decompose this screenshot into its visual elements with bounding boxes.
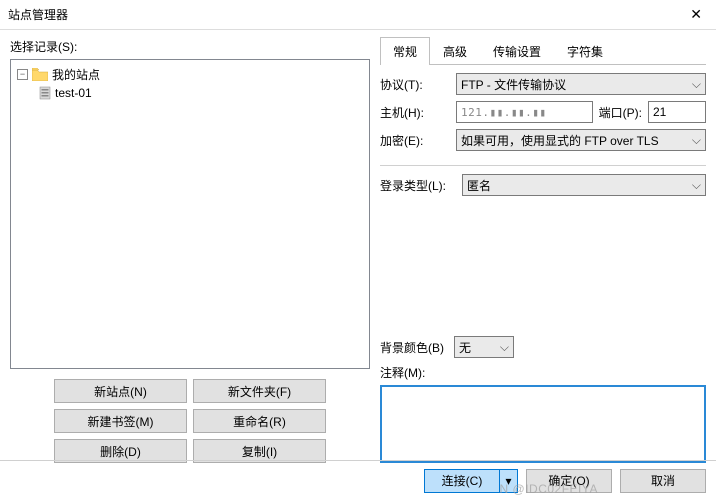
login-type-value: 匿名: [467, 177, 491, 194]
chevron-down-icon: ⌵: [500, 340, 509, 355]
comment-textarea[interactable]: [380, 385, 706, 463]
login-type-row: 登录类型(L): 匿名 ⌵: [380, 174, 706, 196]
chevron-down-icon: ⌵: [692, 77, 701, 92]
left-panel: 选择记录(S): − 我的站点 test-01 新站点(N) 新文件夹(F) 新…: [10, 36, 370, 463]
port-input[interactable]: 21: [648, 101, 706, 123]
chevron-down-icon: ⌵: [692, 133, 701, 148]
new-bookmark-button[interactable]: 新建书签(M): [54, 409, 187, 433]
encryption-select[interactable]: 如果可用，使用显式的 FTP over TLS ⌵: [456, 129, 706, 151]
window-title: 站点管理器: [8, 6, 684, 23]
tab-general[interactable]: 常规: [380, 37, 430, 65]
connect-button[interactable]: 连接(C): [424, 469, 500, 493]
encryption-row: 加密(E): 如果可用，使用显式的 FTP over TLS ⌵: [380, 129, 706, 151]
left-button-grid: 新站点(N) 新文件夹(F) 新建书签(M) 重命名(R) 删除(D) 复制(I…: [10, 379, 370, 463]
protocol-select[interactable]: FTP - 文件传输协议 ⌵: [456, 73, 706, 95]
connect-button-group: 连接(C) ▾: [424, 469, 518, 493]
right-panel: 常规 高级 传输设置 字符集 协议(T): FTP - 文件传输协议 ⌵ 主机(…: [380, 36, 706, 463]
tree-root-label: 我的站点: [52, 66, 100, 83]
bgcolor-label: 背景颜色(B): [380, 339, 444, 356]
select-record-label: 选择记录(S):: [10, 38, 370, 55]
collapse-icon[interactable]: −: [17, 69, 28, 80]
encryption-value: 如果可用，使用显式的 FTP over TLS: [461, 132, 659, 149]
chevron-down-icon: ⌵: [692, 178, 701, 193]
cancel-button[interactable]: 取消: [620, 469, 706, 493]
titlebar: 站点管理器 ✕: [0, 0, 716, 30]
server-icon: [39, 86, 51, 100]
rename-button[interactable]: 重命名(R): [193, 409, 326, 433]
login-type-label: 登录类型(L):: [380, 177, 456, 194]
divider: [380, 165, 706, 166]
connect-dropdown-button[interactable]: ▾: [500, 469, 518, 493]
ok-button[interactable]: 确定(O): [526, 469, 612, 493]
protocol-row: 协议(T): FTP - 文件传输协议 ⌵: [380, 73, 706, 95]
login-type-select[interactable]: 匿名 ⌵: [462, 174, 706, 196]
protocol-label: 协议(T):: [380, 76, 450, 93]
tab-bar: 常规 高级 传输设置 字符集: [380, 36, 706, 65]
protocol-value: FTP - 文件传输协议: [461, 76, 566, 93]
host-label: 主机(H):: [380, 104, 450, 121]
triangle-down-icon: ▾: [505, 474, 511, 488]
tree-child-label: test-01: [55, 86, 92, 100]
port-label: 端口(P):: [599, 104, 642, 121]
bgcolor-value: 无: [459, 339, 471, 356]
tree-child[interactable]: test-01: [39, 86, 363, 100]
new-site-button[interactable]: 新站点(N): [54, 379, 187, 403]
bgcolor-select[interactable]: 无 ⌵: [454, 336, 514, 358]
footer: 连接(C) ▾ 确定(O) 取消: [0, 460, 716, 500]
tab-advanced[interactable]: 高级: [430, 37, 480, 65]
bgcolor-row: 背景颜色(B) 无 ⌵: [380, 336, 706, 358]
site-tree[interactable]: − 我的站点 test-01: [10, 59, 370, 369]
tab-transfer[interactable]: 传输设置: [480, 37, 554, 65]
close-icon[interactable]: ✕: [684, 6, 708, 23]
spacer: [380, 202, 706, 336]
host-row: 主机(H): 121.▮▮.▮▮.▮▮ 端口(P): 21: [380, 101, 706, 123]
encryption-label: 加密(E):: [380, 132, 450, 149]
host-input[interactable]: 121.▮▮.▮▮.▮▮: [456, 101, 593, 123]
comment-label: 注释(M):: [380, 364, 706, 381]
tab-charset[interactable]: 字符集: [554, 37, 616, 65]
folder-icon: [32, 68, 48, 81]
main-content: 选择记录(S): − 我的站点 test-01 新站点(N) 新文件夹(F) 新…: [0, 30, 716, 471]
tree-root[interactable]: − 我的站点: [17, 66, 363, 83]
new-folder-button[interactable]: 新文件夹(F): [193, 379, 326, 403]
